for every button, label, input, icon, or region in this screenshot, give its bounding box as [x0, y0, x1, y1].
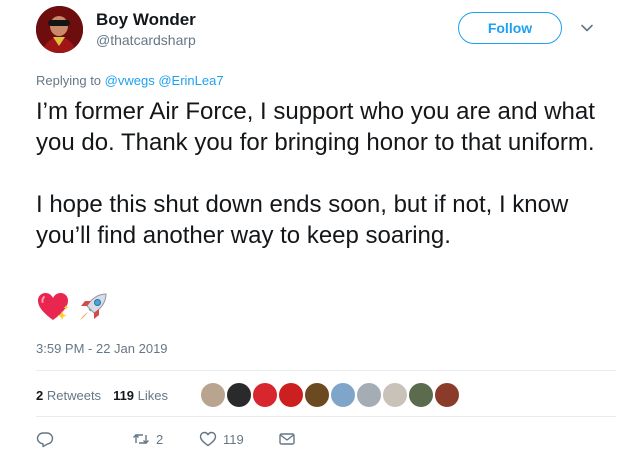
- likes-stat[interactable]: 119 Likes: [113, 388, 168, 403]
- likes-count: 119: [113, 387, 135, 403]
- liker-avatar[interactable]: [225, 381, 253, 409]
- retweet-count: 2: [156, 431, 164, 447]
- mention-link[interactable]: @ErinLea7: [158, 73, 223, 88]
- liker-avatar[interactable]: [303, 381, 331, 409]
- author-display-name[interactable]: Boy Wonder: [96, 10, 196, 30]
- liker-avatar[interactable]: [329, 381, 357, 409]
- liker-avatar[interactable]: [407, 381, 435, 409]
- replying-to: Replying to @vwegs @ErinLea7: [36, 73, 224, 88]
- like-button[interactable]: 119: [199, 430, 244, 448]
- liker-avatar[interactable]: [355, 381, 383, 409]
- liker-avatar[interactable]: [381, 381, 409, 409]
- tweet-paragraph: I’m former Air Force, I support who you …: [36, 98, 595, 156]
- direct-message-button[interactable]: [278, 430, 296, 448]
- retweets-count: 2: [36, 387, 44, 403]
- like-count: 119: [223, 431, 244, 447]
- tweet-text: I’m former Air Force, I support who you …: [36, 96, 616, 251]
- tweet-paragraph: I hope this shut down ends soon, but if …: [36, 191, 569, 249]
- avatar-image: [36, 6, 83, 53]
- heart-icon: [199, 431, 217, 447]
- tweet-stats: 2 Retweets 119 Likes: [36, 384, 180, 406]
- divider: [36, 416, 616, 417]
- tweet-timestamp[interactable]: 3:59 PM - 22 Jan 2019: [36, 341, 168, 356]
- replying-prefix: Replying to: [36, 73, 105, 88]
- rocket-icon: [80, 293, 107, 320]
- divider: [36, 370, 616, 371]
- reply-icon: [36, 432, 54, 448]
- likes-label: Likes: [137, 387, 169, 403]
- liker-avatar[interactable]: [277, 381, 305, 409]
- envelope-icon: [279, 433, 295, 445]
- retweets-label: Retweets: [46, 387, 102, 403]
- liker-avatar[interactable]: [199, 381, 227, 409]
- reply-button[interactable]: [36, 430, 60, 448]
- retweets-stat[interactable]: 2 Retweets: [36, 388, 101, 403]
- liker-avatar[interactable]: [433, 381, 461, 409]
- follow-button[interactable]: Follow: [458, 12, 562, 44]
- retweet-icon: [133, 434, 149, 444]
- chevron-down-icon[interactable]: [580, 21, 594, 35]
- sparkling-heart-icon: [38, 293, 69, 320]
- emoji-row: [36, 290, 110, 324]
- author-handle[interactable]: @thatcardsharp: [96, 32, 196, 48]
- author-avatar[interactable]: [36, 6, 83, 53]
- liker-avatars: [199, 381, 461, 409]
- mention-link[interactable]: @vwegs: [105, 73, 155, 88]
- retweet-button[interactable]: 2: [132, 430, 163, 448]
- liker-avatar[interactable]: [251, 381, 279, 409]
